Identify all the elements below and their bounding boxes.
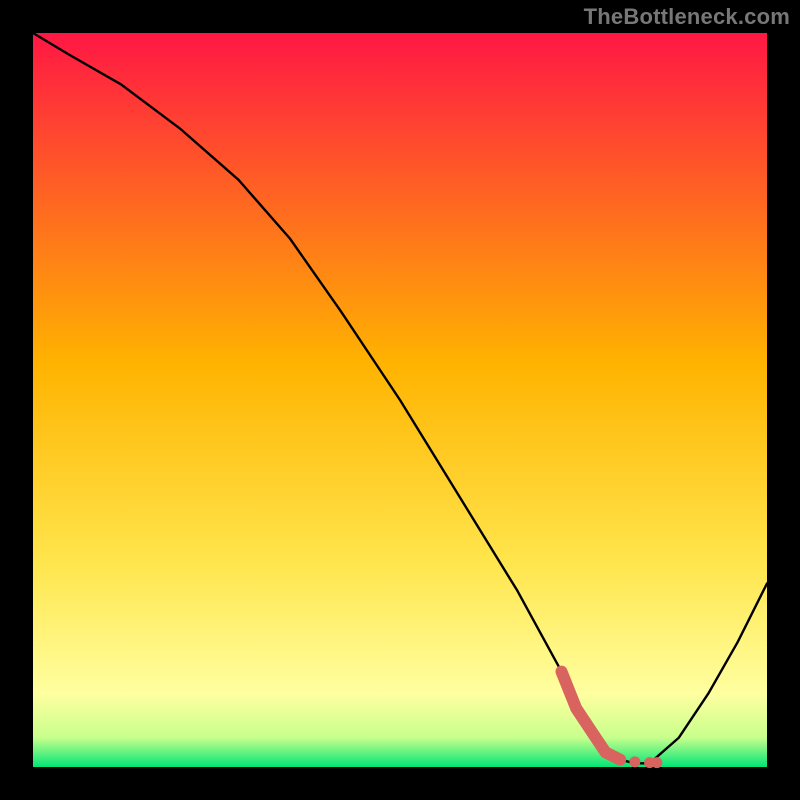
bottleneck-chart <box>0 0 800 800</box>
highlight-dot <box>615 754 626 765</box>
highlight-dot <box>629 756 640 767</box>
highlight-dot <box>651 757 662 768</box>
chart-stage: TheBottleneck.com <box>0 0 800 800</box>
